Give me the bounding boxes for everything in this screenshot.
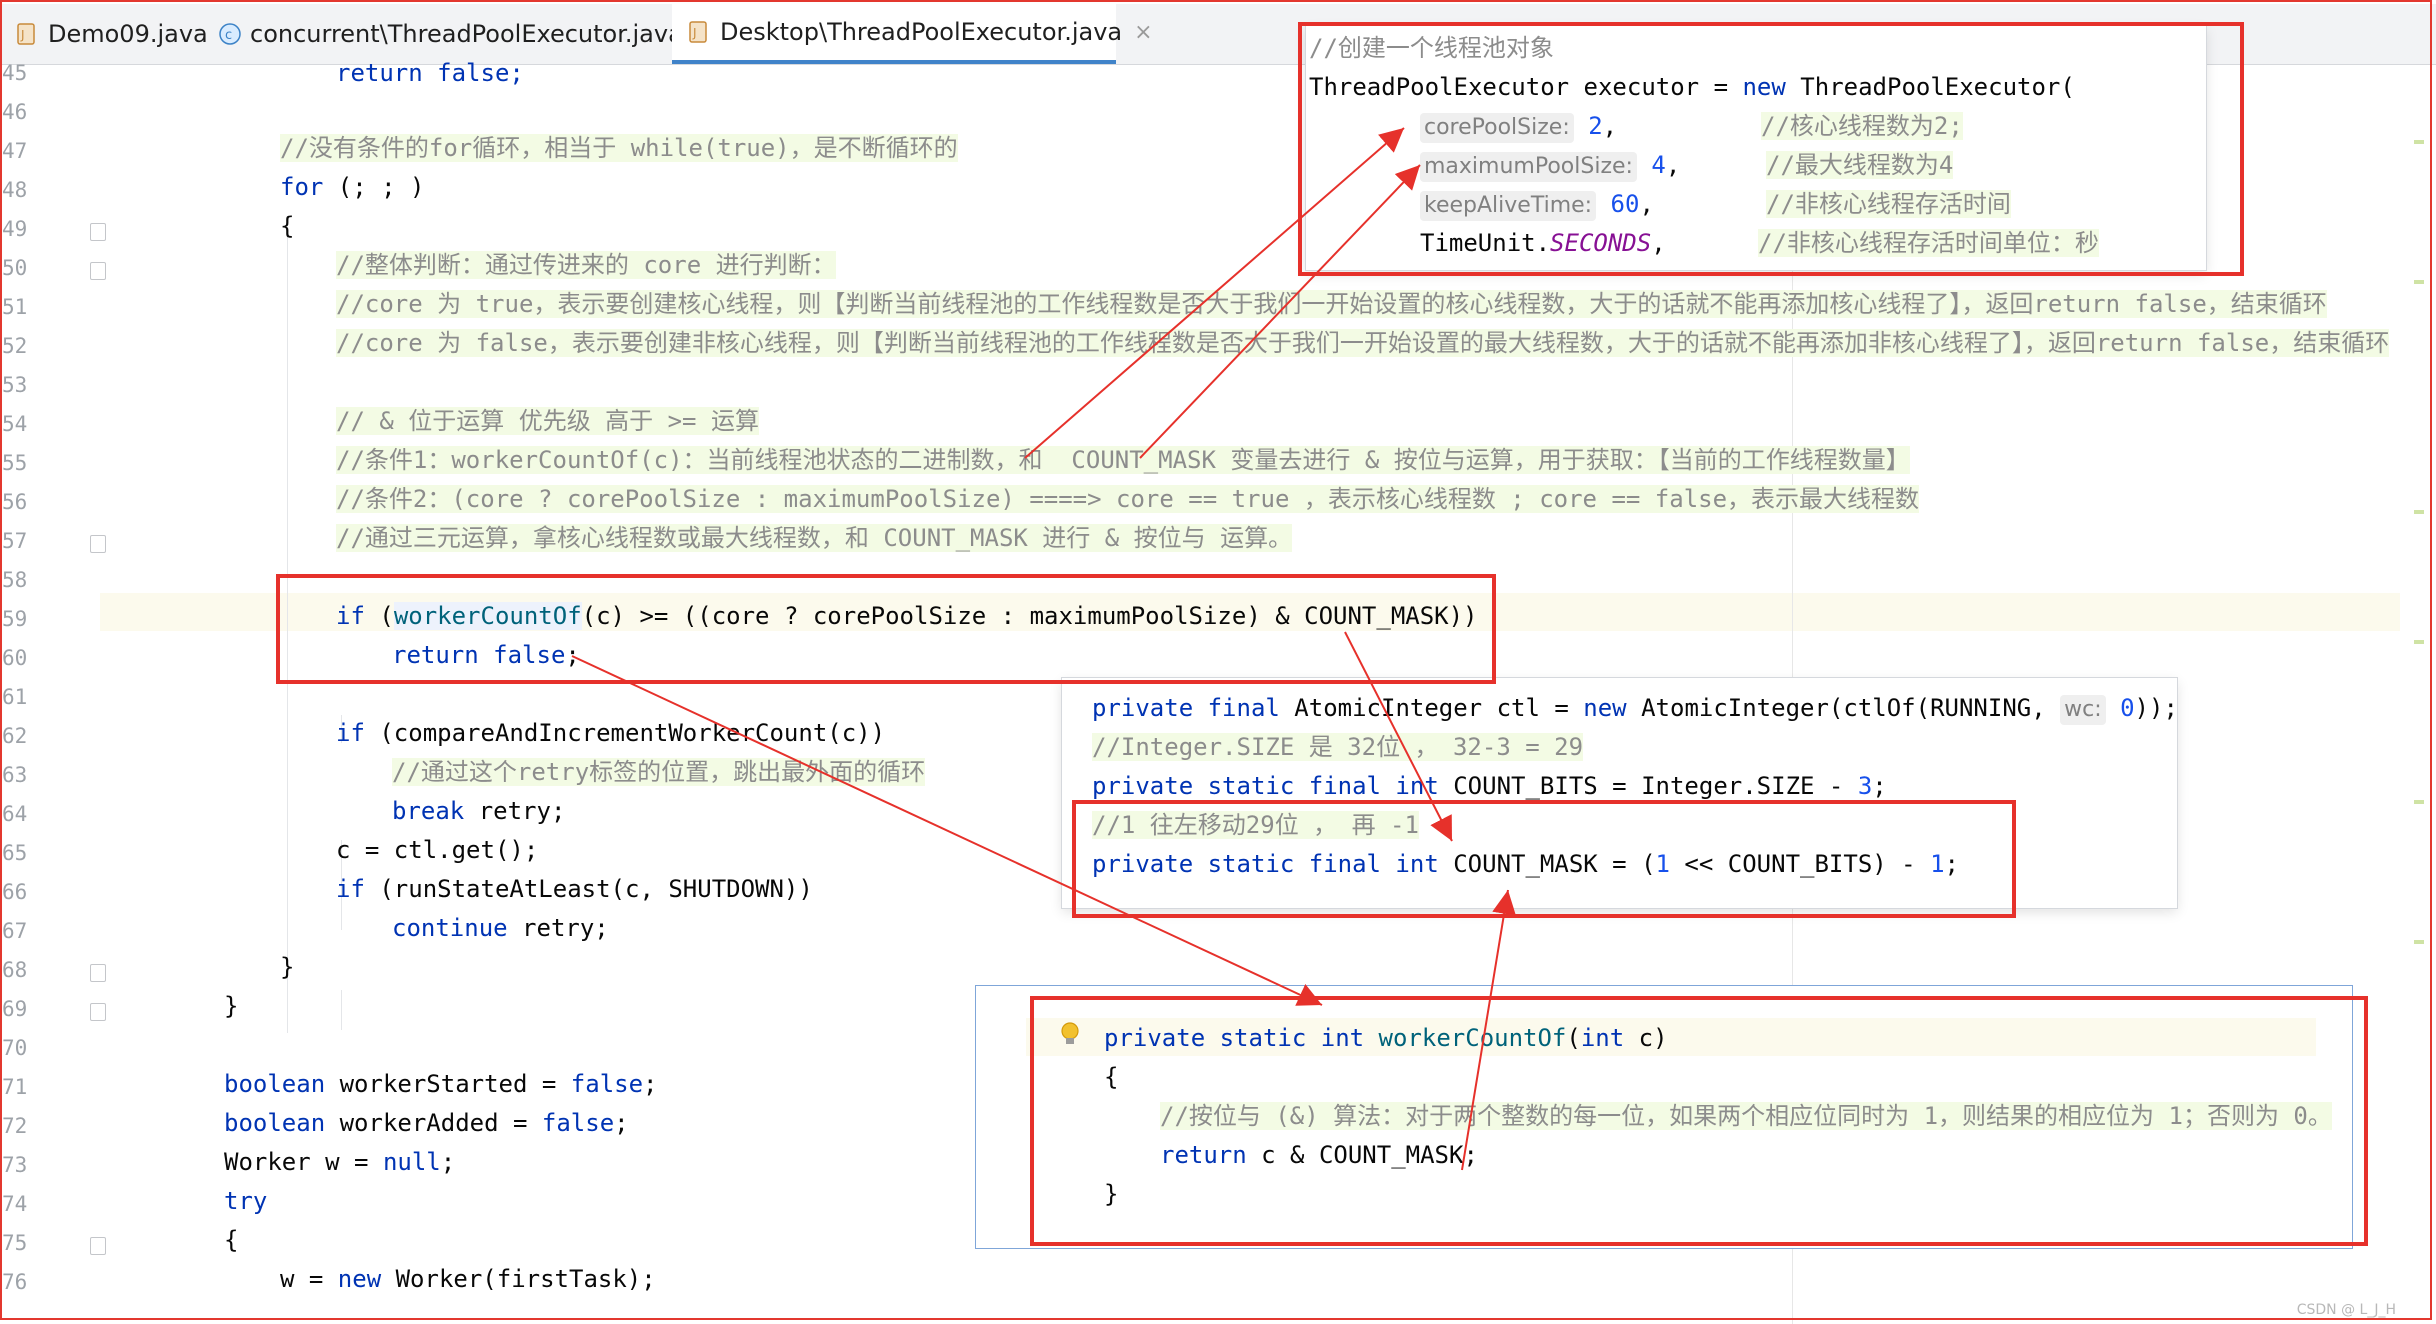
java-file-icon: J	[688, 20, 710, 44]
code-line-62: if (compareAndIncrementWorkerCount(c))	[336, 719, 886, 747]
worker-count-of-snippet-popup: private static int workerCountOf(int c) …	[976, 986, 2352, 1248]
popup-comment-max: //最大线程数为4	[1766, 151, 1954, 179]
scroll-marker	[2414, 640, 2424, 644]
code-line-51: //core 为 true，表示要创建核心线程，则【判断当前线程池的工作线程数是…	[336, 290, 2327, 318]
code-line-67: continue retry;	[392, 914, 609, 942]
popup-arg-keep: keepAliveTime: 60,	[1420, 186, 1654, 222]
code-line-76: w = new Worker(firstTask);	[280, 1265, 656, 1293]
popup-comment: //创建一个线程池对象	[1309, 34, 1554, 62]
popup-executor-decl: ThreadPoolExecutor executor = new Thread…	[1309, 73, 2075, 101]
popup-worker-close: }	[1104, 1180, 1119, 1208]
scroll-marker	[2414, 940, 2424, 944]
popup-comment-keep: //非核心线程存活时间	[1766, 190, 2011, 218]
tab-label: Demo09.java	[48, 20, 208, 48]
tab-desktop-threadpoolexecutor[interactable]: J Desktop\ThreadPoolExecutor.java ×	[672, 4, 1153, 64]
code-line-49: {	[280, 212, 295, 240]
code-line-65: c = ctl.get();	[336, 836, 539, 864]
tab-label: concurrent\ThreadPoolExecutor.java	[250, 20, 683, 48]
lightbulb-icon[interactable]	[1060, 1022, 1080, 1048]
watermark: CSDN @ L_J_H	[2296, 1302, 2396, 1318]
popup-arg-core: corePoolSize: 2,	[1420, 108, 1617, 144]
scroll-marker	[2414, 280, 2424, 284]
indent-guide	[287, 233, 288, 1033]
code-line-64: break retry;	[392, 797, 566, 825]
close-icon[interactable]: ×	[1134, 20, 1152, 45]
code-line-75: {	[224, 1226, 239, 1254]
popup-comment-core: //核心线程数为2;	[1761, 112, 1963, 140]
code-line-69: }	[224, 992, 239, 1020]
code-line-48: for (; ; )	[280, 173, 425, 201]
count-mask-snippet-popup: private final AtomicInteger ctl = new At…	[1062, 678, 2177, 908]
popup-worker-open: {	[1104, 1063, 1119, 1091]
popup-ctl-comment1: //Integer.SIZE 是 32位 ， 32-3 = 29	[1092, 733, 1584, 761]
popup-comment-unit: //非核心线程存活时间单位：秒	[1758, 229, 2099, 257]
code-line-56: //条件2：(core ? corePoolSize : maximumPool…	[336, 485, 1920, 513]
code-line-54: // & 位于运算 优先级 高于 >= 运算	[336, 407, 759, 435]
svg-text:J: J	[20, 28, 25, 42]
popup-ctl-comment2: //1 往左移动29位 ， 再 -1	[1092, 811, 1419, 839]
code-line-71: boolean workerStarted = false;	[224, 1070, 658, 1098]
editor-scrollbar[interactable]	[2414, 80, 2424, 1280]
code-line-73: Worker w = null;	[224, 1148, 456, 1176]
code-line-45: return false;	[336, 59, 524, 87]
tab-label: Desktop\ThreadPoolExecutor.java	[720, 18, 1123, 46]
popup-count-bits: private static final int COUNT_BITS = In…	[1092, 772, 1887, 800]
code-line-55: //条件1：workerCountOf(c)：当前线程池状态的二进制数，和 CO…	[336, 446, 1910, 474]
code-line-47: //没有条件的for循环，相当于 while(true)，是不断循环的	[280, 134, 958, 162]
code-line-72: boolean workerAdded = false;	[224, 1109, 629, 1137]
class-file-icon: c	[218, 22, 241, 46]
svg-text:c: c	[225, 28, 232, 43]
popup-worker-comment: //按位与 (&) 算法：对于两个整数的每一位，如果两个相应位同时为 1，则结果…	[1160, 1102, 2332, 1130]
code-line-57: //通过三元运算，拿核心线程数或最大线程数，和 COUNT_MASK 进行 & …	[336, 524, 1293, 552]
code-line-50: //整体判断：通过传进来的 core 进行判断：	[336, 251, 836, 279]
java-file-icon: J	[16, 22, 38, 46]
code-line-66: if (runStateAtLeast(c, SHUTDOWN))	[336, 875, 813, 903]
indent-guide	[341, 990, 342, 1030]
popup-worker-sig: private static int workerCountOf(int c)	[1104, 1024, 1668, 1052]
popup-arg-unit: TimeUnit.SECONDS,	[1420, 229, 1666, 257]
scroll-marker	[2414, 140, 2424, 144]
scroll-marker	[2414, 510, 2424, 514]
popup-arg-max: maximumPoolSize: 4,	[1420, 147, 1680, 183]
code-line-59: if (workerCountOf(c) >= ((core ? corePoo…	[336, 602, 1478, 630]
popup-count-mask: private static final int COUNT_MASK = (1…	[1092, 850, 1959, 878]
popup-ctl-decl: private final AtomicInteger ctl = new At…	[1092, 690, 2177, 726]
code-line-63: //通过这个retry标签的位置，跳出最外面的循环	[392, 758, 926, 786]
code-line-74: try	[224, 1187, 268, 1215]
code-line-52: //core 为 false，表示要创建非核心线程，则【判断当前线程池的工作线程…	[336, 329, 2390, 357]
svg-text:J: J	[692, 26, 697, 40]
tab-demo09[interactable]: J Demo09.java ×	[0, 4, 238, 64]
code-line-60: return false;	[392, 641, 580, 669]
popup-worker-return: return c & COUNT_MASK;	[1160, 1141, 1478, 1169]
executor-snippet-popup: //创建一个线程池对象 ThreadPoolExecutor executor …	[1306, 26, 2206, 270]
code-line-68: }	[280, 953, 295, 981]
scroll-marker	[2414, 800, 2424, 804]
